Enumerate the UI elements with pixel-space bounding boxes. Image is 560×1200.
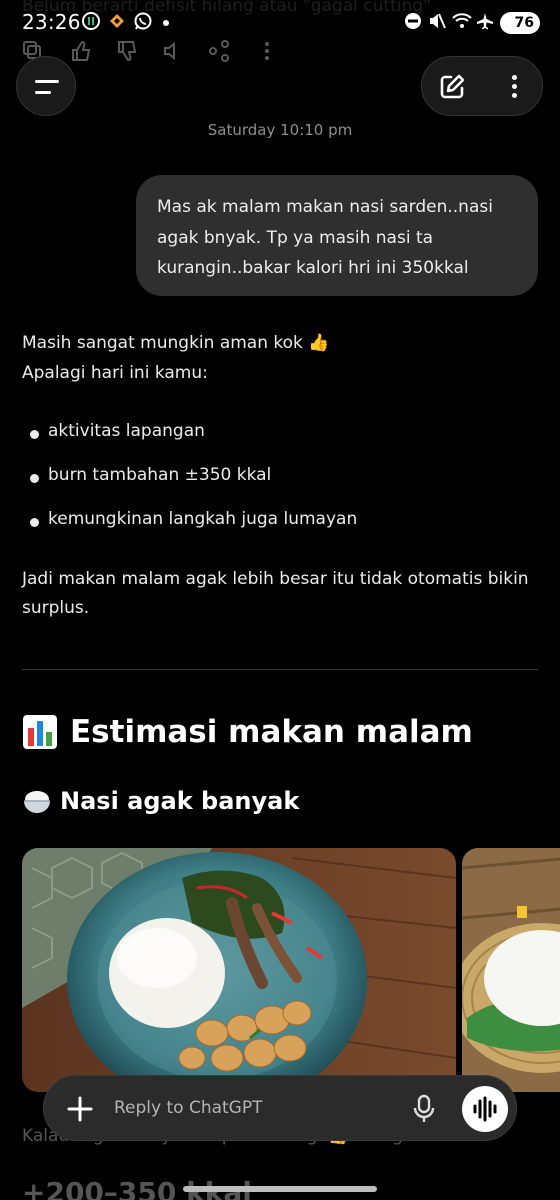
plus-icon[interactable] [64,1093,96,1125]
wifi-icon [452,12,472,30]
menu-icon [35,80,59,83]
user-message-bubble[interactable]: Mas ak malam makan nasi sarden..nasi aga… [136,175,538,296]
status-time: 23:26 [22,10,81,34]
microphone-icon[interactable] [412,1094,436,1124]
rice-bowl-icon [22,786,52,816]
more-vertical-icon[interactable] [502,73,526,101]
battery-level: 76 [514,15,534,31]
user-message-line: Mas ak malam makan nasi sarden..nasi [157,197,493,217]
assistant-intro: Masih sangat mungkin aman kok 👍 Apalagi … [22,328,329,388]
status-bar: 23:26 76 [0,0,560,46]
food-image-nasi-putih[interactable] [462,848,560,1092]
home-indicator[interactable] [183,1186,377,1192]
assistant-intro-line: Apalagi hari ini kamu: [22,363,208,383]
header-actions [421,56,543,116]
list-item-text: aktivitas lapangan [48,421,205,441]
airplane-icon [476,12,494,30]
list-item: kemungkinan langkah juga lumayan [30,509,357,529]
section-subheading-text: Nasi agak banyak [60,787,300,815]
menu-button[interactable] [16,56,76,116]
list-item-text: kemungkinan langkah juga lumayan [48,509,358,529]
section-heading: Estimasi makan malam [22,714,473,750]
battery-icon: 76 [500,12,540,34]
assistant-paragraph: Jadi makan malam agak lebih besar itu ti… [22,569,529,618]
divider [22,669,538,670]
bar-chart-icon [22,714,58,750]
menu-icon-line [35,91,51,94]
food-app-icon [108,12,126,30]
assistant-intro-line: Masih sangat mungkin aman kok 👍 [22,333,330,353]
list-item-text: burn tambahan ±350 kkal [48,465,272,485]
user-message-line: kurangin..bakar kalori hri ini 350kkal [157,258,469,278]
mute-icon [428,12,446,30]
message-timestamp: Saturday 10:10 pm [207,121,353,139]
ring-notification-icon [82,12,100,30]
list-item: burn tambahan ±350 kkal [30,465,271,485]
do-not-disturb-icon [404,12,422,30]
section-heading-text: Estimasi makan malam [70,714,473,750]
food-image-nasi-sarden[interactable] [22,848,456,1092]
waveform-icon [473,1096,497,1122]
notification-dot [163,20,169,26]
whatsapp-icon [134,12,152,30]
message-composer [43,1075,517,1141]
edit-icon[interactable] [438,73,466,101]
user-message-line: agak bnyak. Tp ya masih nasi ta [157,227,434,248]
reply-input[interactable] [114,1076,394,1140]
list-item: aktivitas lapangan [30,421,205,441]
voice-mode-button[interactable] [462,1086,508,1132]
section-subheading: Nasi agak banyak [22,786,299,816]
